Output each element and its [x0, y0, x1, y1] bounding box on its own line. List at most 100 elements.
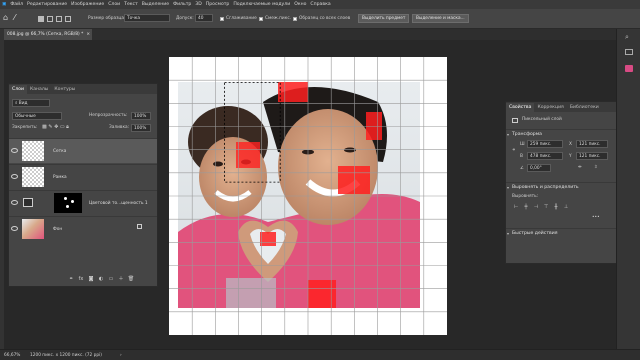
close-icon[interactable]: × — [86, 32, 90, 37]
x-input[interactable]: 121 пикс. — [576, 140, 608, 148]
eye-icon[interactable] — [11, 200, 18, 205]
share-icon[interactable] — [625, 65, 633, 72]
ps-logo-icon: ▣ — [2, 2, 7, 7]
blend-mode-select[interactable]: Обычные — [12, 112, 62, 120]
select-mask-button[interactable]: Выделение и маска... — [412, 14, 469, 23]
link-icon[interactable]: ⚭ — [67, 276, 75, 283]
selection-subtract-icon[interactable] — [56, 16, 62, 22]
selection-new-icon[interactable] — [38, 16, 44, 22]
menu-help[interactable]: Справка — [310, 2, 330, 7]
home-icon[interactable]: ⌂ — [3, 13, 8, 22]
align-right-icon[interactable]: ⊣ — [532, 204, 540, 211]
quick-actions-section-header[interactable]: Быстрые действия — [506, 228, 623, 238]
opacity-label: Непрозрачность: — [89, 113, 128, 118]
layer-thumbnail — [22, 141, 44, 161]
workspace-icon[interactable] — [625, 49, 633, 55]
menu-layers[interactable]: Слои — [108, 2, 120, 7]
menu-3d[interactable]: 3D — [195, 2, 201, 7]
selection-intersect-icon[interactable] — [65, 16, 71, 22]
lock-icons[interactable]: ▩ ✎ ✥ ▭ 🔒︎ — [42, 124, 69, 130]
search-icon[interactable]: ⌕ — [625, 33, 629, 42]
y-input[interactable]: 121 пикс. — [576, 152, 608, 160]
menu-filter[interactable]: Фильтр — [173, 2, 191, 7]
document-size: 1200 пикс. x 1200 пикс. (72 ppi) — [30, 353, 102, 358]
align-bottom-icon[interactable]: ⊥ — [562, 204, 570, 211]
eye-icon[interactable] — [11, 174, 18, 179]
align-section-header[interactable]: Выровнять и распределить — [506, 182, 623, 192]
tolerance-label: Допуск: — [176, 16, 194, 21]
height-input[interactable]: 478 пикс. — [527, 152, 563, 160]
align-top-icon[interactable]: ⊤ — [542, 204, 550, 211]
group-icon[interactable]: ▭ — [107, 276, 115, 283]
mask-dot — [66, 205, 69, 208]
width-input[interactable]: 259 пикс. — [527, 140, 563, 148]
pixel-layer-icon — [512, 118, 518, 123]
status-arrow-icon[interactable]: › — [120, 353, 122, 358]
grid-overlay — [169, 57, 447, 335]
y-label: Y — [569, 154, 572, 159]
tab-libraries[interactable]: Библиотеки — [567, 103, 602, 112]
tab-channels[interactable]: Каналы — [27, 85, 51, 94]
x-label: X — [569, 142, 572, 147]
align-center-v-icon[interactable]: ╫ — [552, 204, 560, 211]
selection-add-icon[interactable] — [47, 16, 53, 22]
mask-dot — [64, 197, 67, 200]
sample-size-select[interactable]: Точка — [124, 14, 170, 22]
transform-section-header[interactable]: Трансформа — [506, 129, 623, 139]
menu-file[interactable]: Файл — [10, 2, 23, 7]
tab-properties[interactable]: Свойства — [506, 103, 535, 112]
eye-icon[interactable] — [11, 226, 18, 231]
layer-name: Рамка — [53, 175, 67, 180]
layer-filter-select[interactable]: ⌕ Вид — [12, 99, 50, 107]
layer-thumbnail — [22, 167, 44, 187]
layer-row[interactable]: Цветовой то...щенность 1 — [9, 190, 157, 215]
select-subject-button[interactable]: Выделить предмет — [358, 14, 410, 23]
anti-alias-checkbox[interactable] — [220, 17, 224, 21]
align-center-h-icon[interactable]: ╪ — [522, 204, 530, 211]
status-bar: 66,67% 1200 пикс. x 1200 пикс. (72 ppi) … — [0, 349, 640, 360]
fill-input[interactable]: 100% — [131, 124, 151, 132]
trash-icon[interactable]: 🗑︎ — [127, 276, 135, 283]
selection-marquee — [224, 82, 281, 183]
eye-icon[interactable] — [11, 148, 18, 153]
layer-name: Сетка — [53, 149, 67, 154]
menu-view[interactable]: Просмотр — [206, 2, 230, 7]
layers-panel-tabs: Слои Каналы Контуры — [9, 84, 157, 94]
menu-select[interactable]: Выделение — [142, 2, 169, 7]
align-left-icon[interactable]: ⊢ — [512, 204, 520, 211]
tab-layers[interactable]: Слои — [9, 85, 27, 94]
mask-dot — [71, 200, 74, 203]
height-label: В — [520, 154, 523, 159]
flip-horizontal-icon[interactable]: ⇹ — [578, 165, 582, 170]
document-tabs: 008.jpg @ 66,7% (Сетка, RGB/8) * × — [4, 29, 640, 40]
link-icon[interactable]: ⚭ — [512, 148, 516, 153]
new-layer-icon[interactable]: ＋ — [117, 276, 125, 283]
adjustment-layer-icon — [23, 198, 33, 207]
layer-type-label: Пиксельный слой — [522, 117, 562, 122]
fx-icon[interactable]: fx — [77, 276, 85, 283]
layer-row[interactable]: Сетка — [9, 138, 157, 163]
layer-row[interactable]: Фон — [9, 216, 157, 241]
right-panel-strip: ⌕ — [616, 29, 640, 349]
more-options-button[interactable]: ••• — [592, 215, 600, 220]
menu-window[interactable]: Окно — [294, 2, 306, 7]
contiguous-checkbox[interactable] — [259, 17, 263, 21]
tab-adjustments[interactable]: Коррекция — [534, 103, 566, 112]
tab-paths[interactable]: Контуры — [51, 85, 78, 94]
adjustment-icon[interactable]: ◐ — [97, 276, 105, 283]
menu-plugins[interactable]: Подключаемые модули — [233, 2, 290, 7]
document-tab[interactable]: 008.jpg @ 66,7% (Сетка, RGB/8) * × — [4, 29, 92, 40]
sample-all-checkbox[interactable] — [293, 17, 297, 21]
mask-icon[interactable]: ◙ — [87, 276, 95, 283]
angle-input[interactable]: 0,00° — [527, 164, 551, 172]
layer-row[interactable]: Рамка — [9, 164, 157, 189]
menu-text[interactable]: Текст — [124, 2, 138, 7]
zoom-level[interactable]: 66,67% — [4, 353, 20, 358]
magic-wand-icon[interactable]: ⁄ — [14, 13, 15, 22]
menu-edit[interactable]: Редактирование — [27, 2, 67, 7]
flip-vertical-icon[interactable]: ⇳ — [594, 165, 598, 170]
layer-mask-thumbnail — [54, 193, 82, 213]
menu-image[interactable]: Изображение — [71, 2, 104, 7]
opacity-input[interactable]: 100% — [131, 112, 151, 120]
tolerance-input[interactable]: 40 — [195, 14, 213, 22]
